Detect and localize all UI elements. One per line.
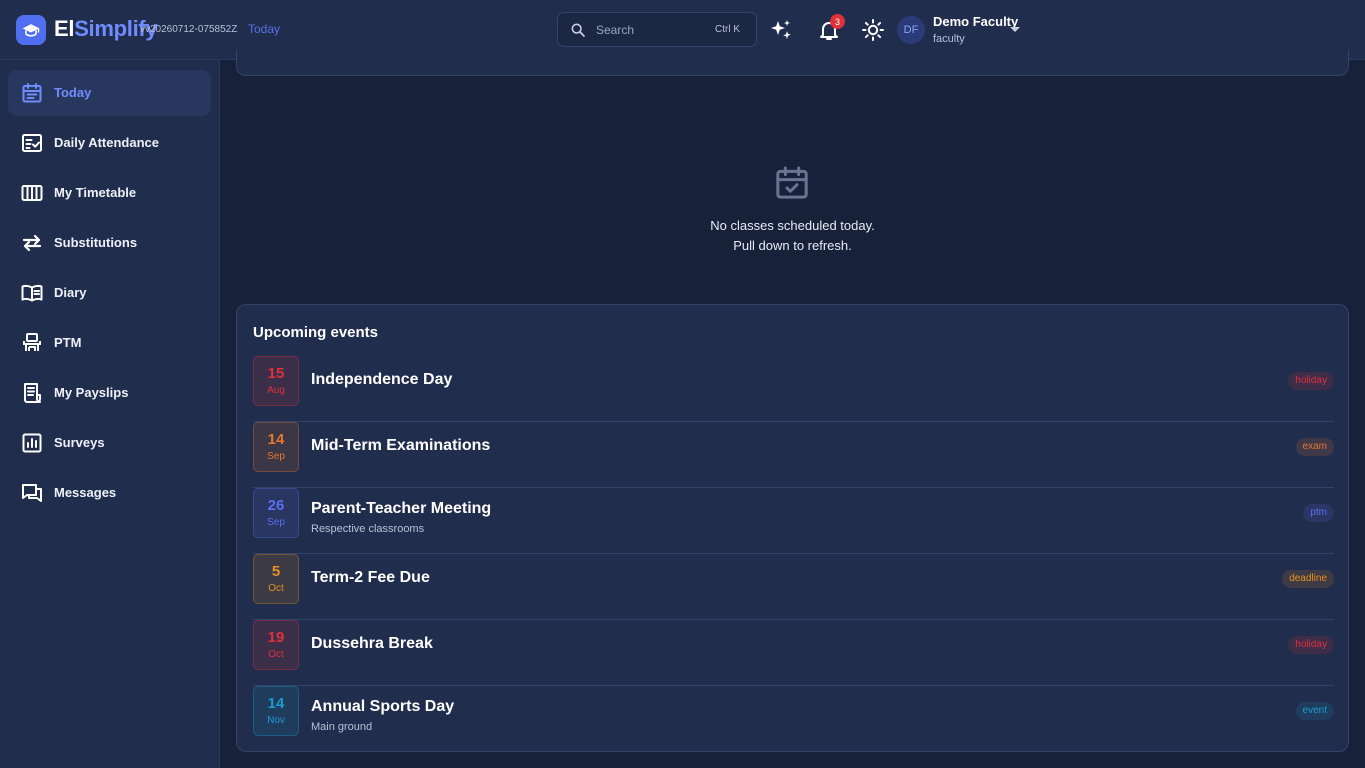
schedule-card	[236, 50, 1349, 76]
notification-badge: 3	[830, 14, 845, 29]
sidebar-item-daily-attendance[interactable]: Daily Attendance	[8, 120, 211, 166]
calendar-icon	[22, 83, 42, 103]
sidebar-item-label: Surveys	[54, 435, 105, 450]
search-icon	[571, 23, 585, 37]
sidebar-item-label: My Payslips	[54, 385, 129, 400]
event-date-box: 14 Sep	[253, 422, 299, 472]
event-day: 19	[267, 629, 285, 646]
event-day: 5	[271, 563, 281, 580]
event-day: 26	[267, 497, 285, 514]
search-shortcut: Ctrl K	[715, 24, 740, 35]
today-link[interactable]: Today	[248, 22, 280, 36]
event-date-box: 26 Sep	[253, 488, 299, 538]
sidebar-item-label: Daily Attendance	[54, 135, 159, 150]
event-type-badge: holiday	[1288, 372, 1334, 390]
event-row[interactable]: 15 Aug Independence Day holiday	[253, 356, 1334, 422]
sidebar-item-diary[interactable]: Diary	[8, 270, 211, 316]
event-date-box: 15 Aug	[253, 356, 299, 406]
event-row[interactable]: 14 Nov Annual Sports Day Main ground event	[253, 686, 1334, 752]
sparkles-icon[interactable]	[769, 18, 793, 42]
chevron-down-icon[interactable]	[1010, 27, 1020, 32]
bar-chart-icon	[22, 433, 42, 453]
user-role: faculty	[933, 33, 965, 45]
event-title: Annual Sports Day	[311, 698, 455, 715]
avatar[interactable]: DF	[897, 16, 925, 44]
sidebar-item-substitutions[interactable]: Substitutions	[8, 220, 211, 266]
event-title: Dussehra Break	[311, 635, 433, 652]
sidebar-item-label: Messages	[54, 485, 117, 500]
attendance-checklist-icon	[22, 134, 42, 152]
user-name[interactable]: Demo Faculty	[933, 14, 1018, 29]
sidebar-item-label: Today	[54, 85, 92, 100]
meeting-icon	[23, 333, 41, 351]
event-type-badge: holiday	[1288, 636, 1334, 654]
event-title: Independence Day	[311, 371, 453, 388]
sidebar: Today Daily Attendance My Timetable Subs…	[0, 60, 220, 768]
timetable-columns-icon	[21, 185, 43, 201]
calendar-check-icon	[776, 166, 808, 199]
search-box[interactable]: Search Ctrl K	[557, 12, 757, 47]
sidebar-item-label: PTM	[54, 335, 82, 350]
swap-arrows-icon	[22, 234, 42, 252]
events-title: Upcoming events	[253, 324, 379, 341]
sidebar-item-ptm[interactable]: PTM	[8, 320, 211, 366]
event-title: Mid-Term Examinations	[311, 437, 491, 454]
event-type-badge: event	[1295, 702, 1334, 720]
event-row[interactable]: 5 Oct Term-2 Fee Due deadline	[253, 554, 1334, 620]
event-month: Sep	[267, 451, 285, 462]
sidebar-item-label: Diary	[54, 285, 87, 300]
event-type-badge: exam	[1295, 438, 1334, 456]
event-type-badge: deadline	[1282, 570, 1334, 588]
sidebar-item-label: Substitutions	[54, 235, 138, 250]
event-date-box: 5 Oct	[253, 554, 299, 604]
sidebar-item-my-timetable[interactable]: My Timetable	[8, 170, 211, 216]
chat-bubbles-icon	[22, 484, 42, 502]
sun-icon[interactable]	[861, 18, 885, 42]
sidebar-item-today[interactable]: Today	[8, 70, 211, 116]
search-placeholder: Search	[596, 23, 635, 37]
event-month: Oct	[268, 649, 284, 660]
sidebar-item-label: My Timetable	[54, 185, 137, 200]
event-row[interactable]: 26 Sep Parent-Teacher Meeting Respective cl…	[253, 488, 1334, 554]
logo-icon[interactable]	[16, 15, 46, 45]
event-month: Nov	[267, 715, 285, 726]
sidebar-item-my-payslips[interactable]: My Payslips	[8, 370, 211, 416]
event-subtitle: Main ground	[311, 721, 373, 733]
event-subtitle: Respective classrooms	[311, 523, 425, 535]
event-title: Term-2 Fee Due	[311, 569, 430, 586]
receipt-icon	[24, 383, 41, 403]
event-date-box: 14 Nov	[253, 686, 299, 736]
sidebar-item-messages[interactable]: Messages	[8, 470, 211, 516]
event-title: Parent-Teacher Meeting	[311, 500, 492, 517]
event-month: Aug	[267, 385, 285, 396]
event-date-box: 19 Oct	[253, 620, 299, 670]
event-row[interactable]: 14 Sep Mid-Term Examinations exam	[253, 422, 1334, 488]
event-day: 14	[267, 431, 285, 448]
event-type-badge: ptm	[1303, 504, 1334, 522]
event-row[interactable]: 19 Oct Dussehra Break holiday	[253, 620, 1334, 686]
event-day: 14	[267, 695, 285, 712]
event-month: Sep	[267, 517, 285, 528]
empty-state-hint: Pull down to refresh.	[733, 238, 852, 253]
sidebar-item-surveys[interactable]: Surveys	[8, 420, 211, 466]
upcoming-events-card: Upcoming events 15 Aug Independence Day hol…	[236, 304, 1349, 752]
event-month: Oct	[268, 583, 284, 594]
book-icon	[21, 284, 43, 302]
empty-state-message: No classes scheduled today.	[710, 218, 875, 233]
version-label: vv20260712-075852Z	[140, 24, 238, 35]
brand-part-1: El	[54, 16, 75, 41]
event-day: 15	[267, 365, 285, 382]
